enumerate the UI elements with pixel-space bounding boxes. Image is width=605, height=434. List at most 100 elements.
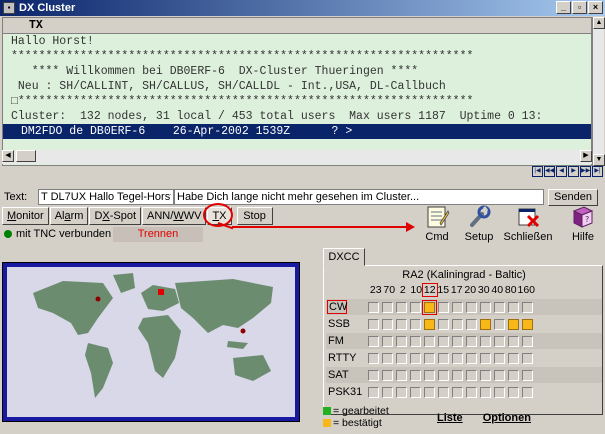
band-cell[interactable] [480, 318, 491, 330]
list-link[interactable]: Liste [437, 412, 463, 424]
band-cell[interactable] [494, 386, 505, 398]
tab-dx-spot[interactable]: DX-Spot [89, 207, 142, 225]
message-input[interactable] [174, 189, 544, 205]
tab-ann-wwv[interactable]: ANN/WWV [142, 207, 207, 225]
band-cell[interactable] [452, 386, 463, 398]
band-cell[interactable] [396, 352, 407, 364]
scroll-up-icon[interactable]: ▲ [593, 17, 605, 29]
band-cell[interactable] [396, 301, 407, 313]
band-cell[interactable] [424, 369, 435, 381]
band-cell[interactable] [410, 386, 421, 398]
band-cell[interactable] [508, 318, 519, 330]
band-cell[interactable] [452, 369, 463, 381]
world-map[interactable] [2, 262, 300, 422]
band-cell[interactable] [466, 318, 477, 330]
band-cell[interactable] [438, 386, 449, 398]
band-cell[interactable] [410, 318, 421, 330]
band-cell[interactable] [368, 318, 379, 330]
options-link[interactable]: Optionen [483, 412, 531, 424]
tab-monitor[interactable]: Monitor [2, 207, 49, 225]
band-cell[interactable] [508, 369, 519, 381]
band-cell[interactable] [522, 386, 533, 398]
band-cell[interactable] [466, 301, 477, 313]
band-cell[interactable] [424, 352, 435, 364]
band-cell[interactable] [438, 369, 449, 381]
send-button[interactable]: Senden [548, 188, 598, 206]
band-cell[interactable] [452, 352, 463, 364]
command-input[interactable] [38, 189, 174, 205]
band-cell[interactable] [480, 386, 491, 398]
band-cell[interactable] [522, 335, 533, 347]
nav-first-icon[interactable]: |◀ [532, 166, 543, 177]
band-cell[interactable] [480, 335, 491, 347]
help-button[interactable]: ? Hilfe [562, 205, 604, 243]
band-cell[interactable] [466, 335, 477, 347]
nav-forward-icon[interactable]: ▶ [568, 166, 579, 177]
nav-fast-back-icon[interactable]: ◀◀ [544, 166, 555, 177]
band-cell[interactable] [396, 335, 407, 347]
band-cell[interactable] [382, 318, 393, 330]
band-cell[interactable] [452, 318, 463, 330]
band-cell[interactable] [438, 335, 449, 347]
close-button[interactable]: × [588, 1, 603, 14]
terminal-selected-line[interactable]: DM2FDO de DB0ERF-6 26-Apr-2002 1539Z ? > [3, 124, 591, 139]
disconnect-button[interactable]: Trennen [113, 227, 203, 242]
band-cell[interactable] [396, 318, 407, 330]
band-cell[interactable] [466, 369, 477, 381]
band-cell[interactable] [466, 352, 477, 364]
band-cell[interactable] [480, 369, 491, 381]
band-cell[interactable] [494, 335, 505, 347]
band-cell[interactable] [424, 335, 435, 347]
vertical-scrollbar[interactable]: ▲ ▼ [592, 17, 605, 166]
band-cell[interactable] [522, 352, 533, 364]
tab-dxcc[interactable]: DXCC [323, 248, 365, 266]
band-cell[interactable] [494, 301, 505, 313]
band-cell[interactable] [410, 335, 421, 347]
band-cell[interactable] [382, 369, 393, 381]
band-cell[interactable] [382, 386, 393, 398]
band-cell[interactable] [438, 301, 449, 313]
band-cell[interactable] [368, 335, 379, 347]
band-cell[interactable] [480, 352, 491, 364]
band-cell[interactable] [368, 386, 379, 398]
nav-fast-forward-icon[interactable]: ▶▶ [580, 166, 591, 177]
band-cell[interactable] [424, 318, 435, 330]
close-app-button[interactable]: Schließen [500, 205, 556, 243]
band-cell[interactable] [522, 369, 533, 381]
terminal-output[interactable]: TX Hallo Horst! ************************… [2, 17, 592, 166]
band-cell[interactable] [396, 369, 407, 381]
scroll-down-icon[interactable]: ▼ [593, 154, 605, 166]
stop-button[interactable]: Stop [236, 207, 273, 225]
band-cell[interactable] [424, 386, 435, 398]
band-cell[interactable] [368, 301, 379, 313]
band-cell[interactable] [438, 318, 449, 330]
band-cell[interactable] [396, 386, 407, 398]
band-cell[interactable] [452, 301, 463, 313]
band-cell[interactable] [508, 352, 519, 364]
band-cell[interactable] [522, 301, 533, 313]
minimize-button[interactable]: _ [556, 1, 571, 14]
band-cell[interactable] [422, 299, 437, 315]
band-cell[interactable] [438, 352, 449, 364]
scroll-right-icon[interactable]: ▶ [580, 150, 592, 162]
band-cell[interactable] [382, 335, 393, 347]
nav-last-icon[interactable]: ▶| [592, 166, 603, 177]
band-cell[interactable] [466, 386, 477, 398]
band-cell[interactable] [508, 335, 519, 347]
maximize-button[interactable]: ▫ [572, 1, 587, 14]
band-cell[interactable] [410, 369, 421, 381]
scroll-thumb[interactable] [16, 150, 36, 162]
band-cell[interactable] [508, 301, 519, 313]
band-cell[interactable] [508, 386, 519, 398]
band-cell[interactable] [452, 335, 463, 347]
band-cell[interactable] [494, 352, 505, 364]
band-cell[interactable] [382, 301, 393, 313]
band-cell[interactable] [368, 352, 379, 364]
tab-alarm[interactable]: Alarm [49, 207, 89, 225]
band-cell[interactable] [410, 352, 421, 364]
band-cell[interactable] [368, 369, 379, 381]
band-cell[interactable] [480, 301, 491, 313]
band-cell[interactable] [382, 352, 393, 364]
nav-back-icon[interactable]: ◀ [556, 166, 567, 177]
cmd-button[interactable]: Cmd [416, 205, 458, 243]
